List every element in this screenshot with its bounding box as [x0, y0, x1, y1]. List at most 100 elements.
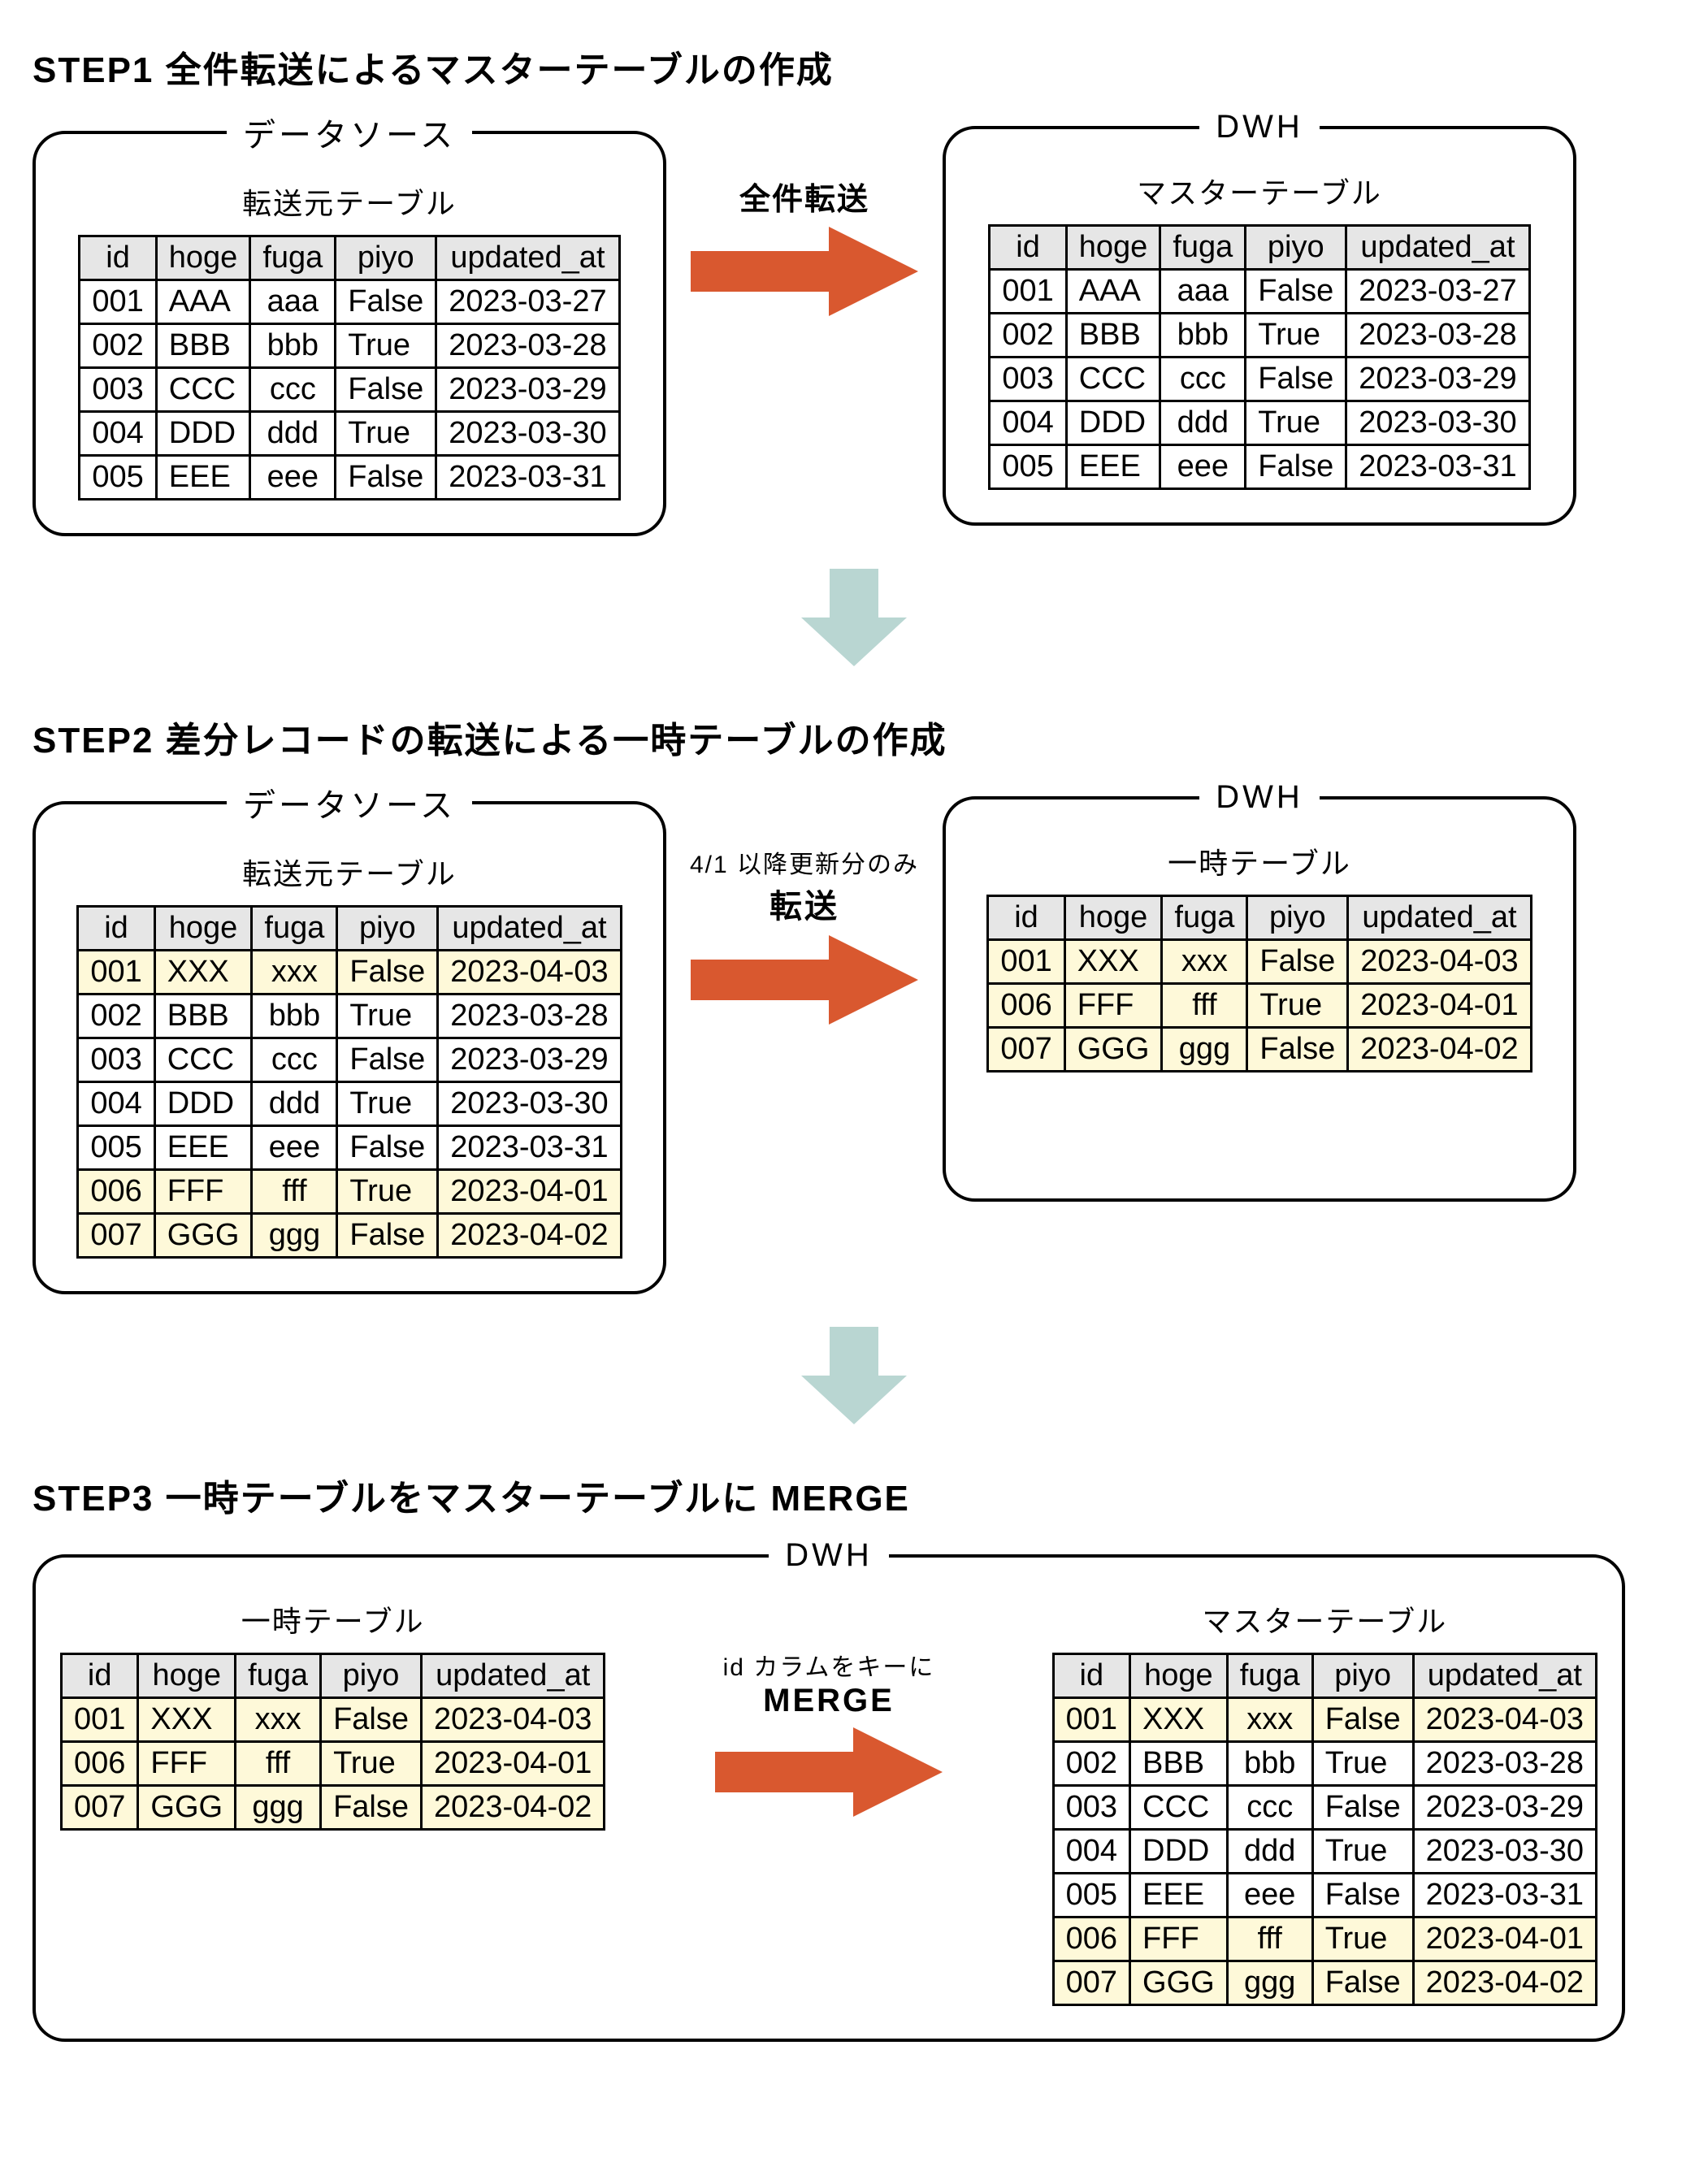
table-cell: 003 [1053, 1786, 1129, 1830]
column-header: hoge [1066, 226, 1160, 270]
table-cell: fff [252, 1170, 337, 1214]
table-cell: True [336, 324, 436, 368]
table-cell: 2023-04-02 [421, 1786, 604, 1830]
step3-dwh-panel: DWH 一時テーブル idhogefugapiyoupdated_at001XX… [33, 1537, 1625, 2042]
table-cell: ggg [236, 1786, 321, 1830]
table-row: 007GGGgggFalse2023-04-02 [78, 1214, 621, 1258]
table-cell: ccc [1227, 1786, 1312, 1830]
table-cell: 007 [62, 1786, 138, 1830]
column-header: updated_at [438, 907, 621, 951]
table-cell: True [337, 994, 438, 1038]
column-header: fuga [1160, 226, 1246, 270]
table-cell: 2023-03-31 [1346, 445, 1529, 489]
table-cell: DDD [1066, 401, 1160, 445]
table-cell: True [1246, 314, 1346, 358]
table-cell: 001 [78, 951, 154, 994]
table-row: 004DDDdddTrue2023-03-30 [80, 412, 619, 456]
table-cell: 2023-03-30 [1346, 401, 1529, 445]
table-cell: fff [1162, 984, 1247, 1028]
table-cell: CCC [156, 368, 250, 412]
table-cell: 2023-03-28 [1346, 314, 1529, 358]
table-row: 001XXXxxxFalse2023-04-03 [78, 951, 621, 994]
table-cell: eee [1160, 445, 1246, 489]
column-header: updated_at [1348, 896, 1531, 940]
column-header: updated_at [1346, 226, 1529, 270]
table-cell: 005 [990, 445, 1066, 489]
table-cell: 2023-04-03 [1348, 940, 1531, 984]
table-row: 006FFFfffTrue2023-04-01 [62, 1742, 605, 1786]
table-cell: False [1312, 1874, 1413, 1918]
table-cell: False [1247, 1028, 1348, 1072]
step3-arrow-label: id カラムをキーに MERGE [723, 1647, 935, 1719]
table-cell: True [336, 412, 436, 456]
table-cell: False [1312, 1961, 1413, 2005]
table-cell: 2023-03-28 [436, 324, 619, 368]
table-cell: ddd [252, 1082, 337, 1126]
step2-arrow-label-small: 4/1 以降更新分のみ [690, 852, 919, 878]
step3-title: STEP3 一時テーブルをマスターテーブルに MERGE [33, 1469, 1675, 1521]
step1-source-panel: データソース 転送元テーブル idhogefugapiyoupdated_at0… [33, 109, 666, 536]
table-row: 001XXXxxxFalse2023-04-03 [62, 1698, 605, 1742]
column-header: hoge [154, 907, 252, 951]
column-header: id [80, 236, 156, 280]
table-cell: 2023-04-03 [1413, 1698, 1596, 1742]
table-cell: 002 [990, 314, 1066, 358]
column-header: hoge [1064, 896, 1162, 940]
table-cell: 007 [988, 1028, 1064, 1072]
table-cell: ccc [250, 368, 336, 412]
step2-arrow-label-big: 転送 [769, 889, 839, 925]
arrow-down-icon [801, 569, 907, 666]
step3-temp-table: idhogefugapiyoupdated_at001XXXxxxFalse20… [60, 1653, 605, 1831]
table-cell: 2023-03-30 [436, 412, 619, 456]
column-header: id [1053, 1654, 1129, 1698]
table-cell: 2023-03-28 [438, 994, 621, 1038]
table-cell: 004 [1053, 1830, 1129, 1874]
table-cell: False [1246, 270, 1346, 314]
table-cell: 006 [78, 1170, 154, 1214]
table-cell: xxx [1227, 1698, 1312, 1742]
table-cell: False [336, 456, 436, 500]
table-cell: True [1246, 401, 1346, 445]
table-row: 001AAAaaaFalse2023-03-27 [80, 280, 619, 324]
table-cell: AAA [1066, 270, 1160, 314]
table-row: 006FFFfffTrue2023-04-01 [1053, 1918, 1596, 1961]
table-cell: xxx [252, 951, 337, 994]
table-cell: False [321, 1786, 422, 1830]
table-cell: bbb [250, 324, 336, 368]
table-cell: 2023-04-01 [421, 1742, 604, 1786]
table-cell: 2023-04-03 [421, 1698, 604, 1742]
column-header: piyo [1246, 226, 1346, 270]
table-row: 006FFFfffTrue2023-04-01 [78, 1170, 621, 1214]
table-cell: True [1312, 1742, 1413, 1786]
table-cell: 003 [990, 358, 1066, 401]
column-header: id [988, 896, 1064, 940]
table-cell: 006 [988, 984, 1064, 1028]
table-row: 005EEEeeeFalse2023-03-31 [990, 445, 1529, 489]
column-header: fuga [252, 907, 337, 951]
step1-source-subtitle: 転送元テーブル [60, 180, 639, 223]
table-cell: False [337, 1214, 438, 1258]
table-cell: BBB [154, 994, 252, 1038]
step2-dwh-panel: DWH 一時テーブル idhogefugapiyoupdated_at001XX… [943, 779, 1576, 1202]
table-cell: ddd [1227, 1830, 1312, 1874]
table-cell: 001 [1053, 1698, 1129, 1742]
table-row: 002BBBbbbTrue2023-03-28 [80, 324, 619, 368]
table-cell: 2023-03-29 [1346, 358, 1529, 401]
table-cell: bbb [252, 994, 337, 1038]
table-cell: 004 [78, 1082, 154, 1126]
table-cell: False [1312, 1786, 1413, 1830]
table-row: 006FFFfffTrue2023-04-01 [988, 984, 1531, 1028]
table-cell: fff [236, 1742, 321, 1786]
table-cell: True [1247, 984, 1348, 1028]
table-cell: False [337, 951, 438, 994]
table-cell: 2023-03-27 [1346, 270, 1529, 314]
column-header: piyo [1312, 1654, 1413, 1698]
arrow-down-icon [801, 1327, 907, 1424]
down-arrow-1 [33, 569, 1675, 670]
step1-row: データソース 転送元テーブル idhogefugapiyoupdated_at0… [33, 109, 1675, 536]
table-cell: ggg [1162, 1028, 1247, 1072]
table-cell: 2023-03-28 [1413, 1742, 1596, 1786]
table-cell: eee [252, 1126, 337, 1170]
column-header: piyo [336, 236, 436, 280]
table-cell: False [337, 1126, 438, 1170]
